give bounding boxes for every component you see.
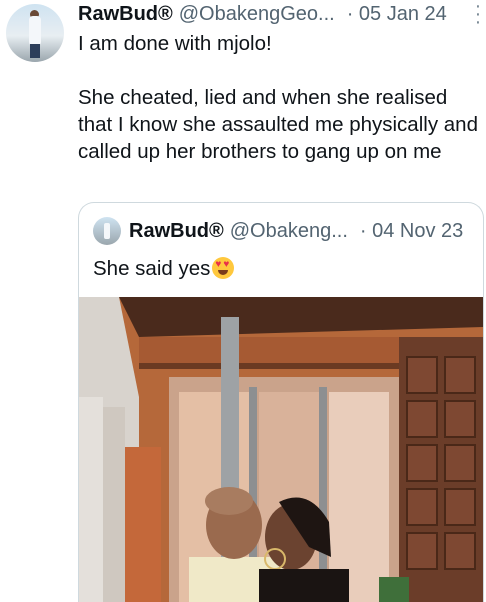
tweet-text: I am done with mjolo! She cheated, lied … [78, 32, 478, 163]
quoted-author-name: RawBud® [129, 219, 224, 242]
quoted-tweet[interactable]: RawBud® @Obakeng... · 04 Nov 23 She said… [78, 202, 484, 602]
quoted-tweet-text-row: She said yes [93, 257, 235, 281]
author-handle[interactable]: @ObakengGeo... [179, 3, 335, 26]
heart-eyes-emoji-icon [212, 257, 235, 279]
quoted-tweet-header: RawBud® @Obakeng... · 04 Nov 23 [93, 217, 463, 245]
avatar-figure-body [29, 16, 41, 46]
author-avatar[interactable] [6, 4, 64, 62]
quoted-tweet-text: She said yes [93, 257, 211, 280]
quoted-tweet-photo[interactable] [79, 297, 483, 602]
more-vertical-icon[interactable]: · · · [472, 0, 484, 32]
quoted-tweet-date: · 04 Nov 23 [359, 219, 464, 242]
tweet-header: RawBud® @ObakengGeo... · 05 Jan 24 [78, 0, 478, 28]
author-name[interactable]: RawBud® [78, 3, 173, 26]
photo-illustration [79, 297, 483, 602]
tweet-date[interactable]: · 05 Jan 24 [347, 3, 447, 26]
quoted-author-handle: @Obakeng... [229, 219, 348, 242]
quoted-author-avatar [93, 217, 121, 245]
avatar-figure-legs [30, 44, 40, 58]
